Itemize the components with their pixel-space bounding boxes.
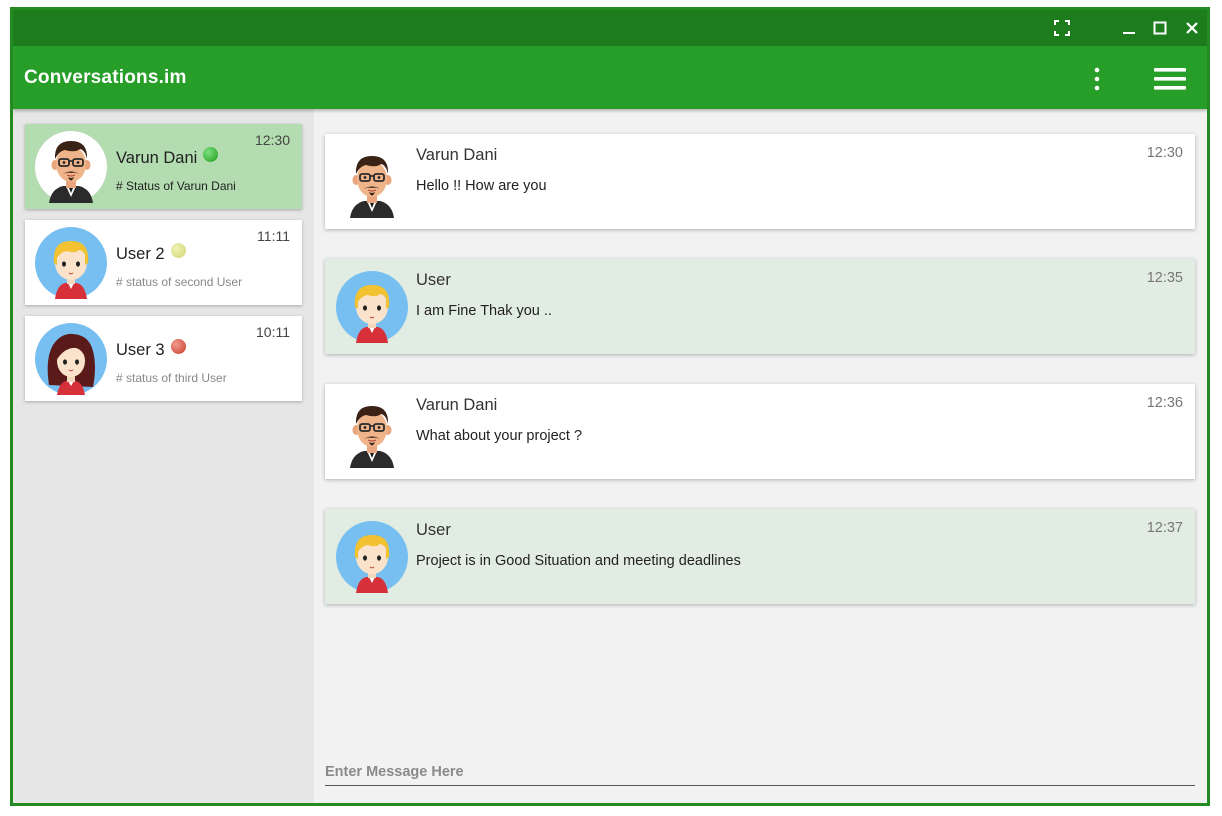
contact-time: 12:30 (254, 132, 290, 148)
menu-icon[interactable] (1153, 66, 1187, 92)
contact-list: Varun Dani # Status of Varun Dani 12:30 … (13, 109, 314, 803)
contact-item-user-3[interactable]: User 3 # status of third User 10:11 (25, 316, 302, 401)
avatar-man-beard-icon (35, 131, 107, 203)
contact-name: Varun Dani (116, 147, 219, 168)
message-item: User Project is in Good Situation and me… (325, 509, 1195, 604)
contact-time: 10:11 (256, 324, 290, 340)
contact-item-varun-dani[interactable]: Varun Dani # Status of Varun Dani 12:30 (25, 124, 302, 209)
app-title: Conversations.im (24, 67, 187, 88)
avatar-man-beard-icon (336, 146, 408, 218)
contact-item-user-2[interactable]: User 2 # status of second User 11:11 (25, 220, 302, 305)
avatar-woman-icon (35, 323, 107, 395)
message-text: What about your project ? (416, 428, 583, 444)
app-window: Conversations.im Varun Dani # Status of … (10, 7, 1210, 806)
message-sender: User (416, 271, 451, 289)
message-item: User I am Fine Thak you .. 12:35 (325, 259, 1195, 354)
message-text: I am Fine Thak you .. (416, 303, 552, 319)
close-icon[interactable] (1181, 17, 1203, 39)
maximize-icon[interactable] (1149, 17, 1171, 39)
contact-name: User 3 (116, 339, 186, 360)
minimize-icon[interactable] (1118, 17, 1140, 39)
contact-status: # status of second User (116, 275, 243, 289)
message-time: 12:30 (1146, 145, 1183, 161)
message-time: 12:35 (1146, 270, 1183, 286)
app-bar: Conversations.im (13, 46, 1207, 109)
contact-time: 11:11 (257, 228, 290, 244)
avatar-blond-boy-icon (35, 227, 107, 299)
presence-online-icon (203, 147, 219, 162)
more-vertical-icon[interactable] (1087, 66, 1107, 92)
message-item: Varun Dani What about your project ? 12:… (325, 384, 1195, 479)
message-item: Varun Dani Hello !! How are you 12:30 (325, 134, 1195, 229)
avatar-man-beard-icon (336, 396, 408, 468)
contact-status: # Status of Varun Dani (116, 179, 236, 193)
avatar-blond-boy-icon (336, 271, 408, 343)
message-sender: Varun Dani (416, 396, 498, 414)
message-time: 12:36 (1146, 395, 1183, 411)
contact-name: User 2 (116, 243, 186, 264)
window-titlebar (13, 10, 1207, 46)
message-time: 12:37 (1146, 520, 1183, 536)
message-text: Project is in Good Situation and meeting… (416, 553, 741, 569)
contact-status: # status of third User (116, 371, 227, 385)
message-input[interactable] (325, 759, 1195, 786)
message-sender: Varun Dani (416, 146, 498, 164)
presence-busy-icon (170, 339, 186, 354)
message-text: Hello !! How are you (416, 178, 547, 194)
chat-panel: Varun Dani Hello !! How are you 12:30 Us… (314, 109, 1207, 803)
avatar-blond-boy-icon (336, 521, 408, 593)
presence-away-icon (170, 243, 186, 258)
fullscreen-icon[interactable] (1051, 17, 1073, 39)
message-sender: User (416, 521, 451, 539)
